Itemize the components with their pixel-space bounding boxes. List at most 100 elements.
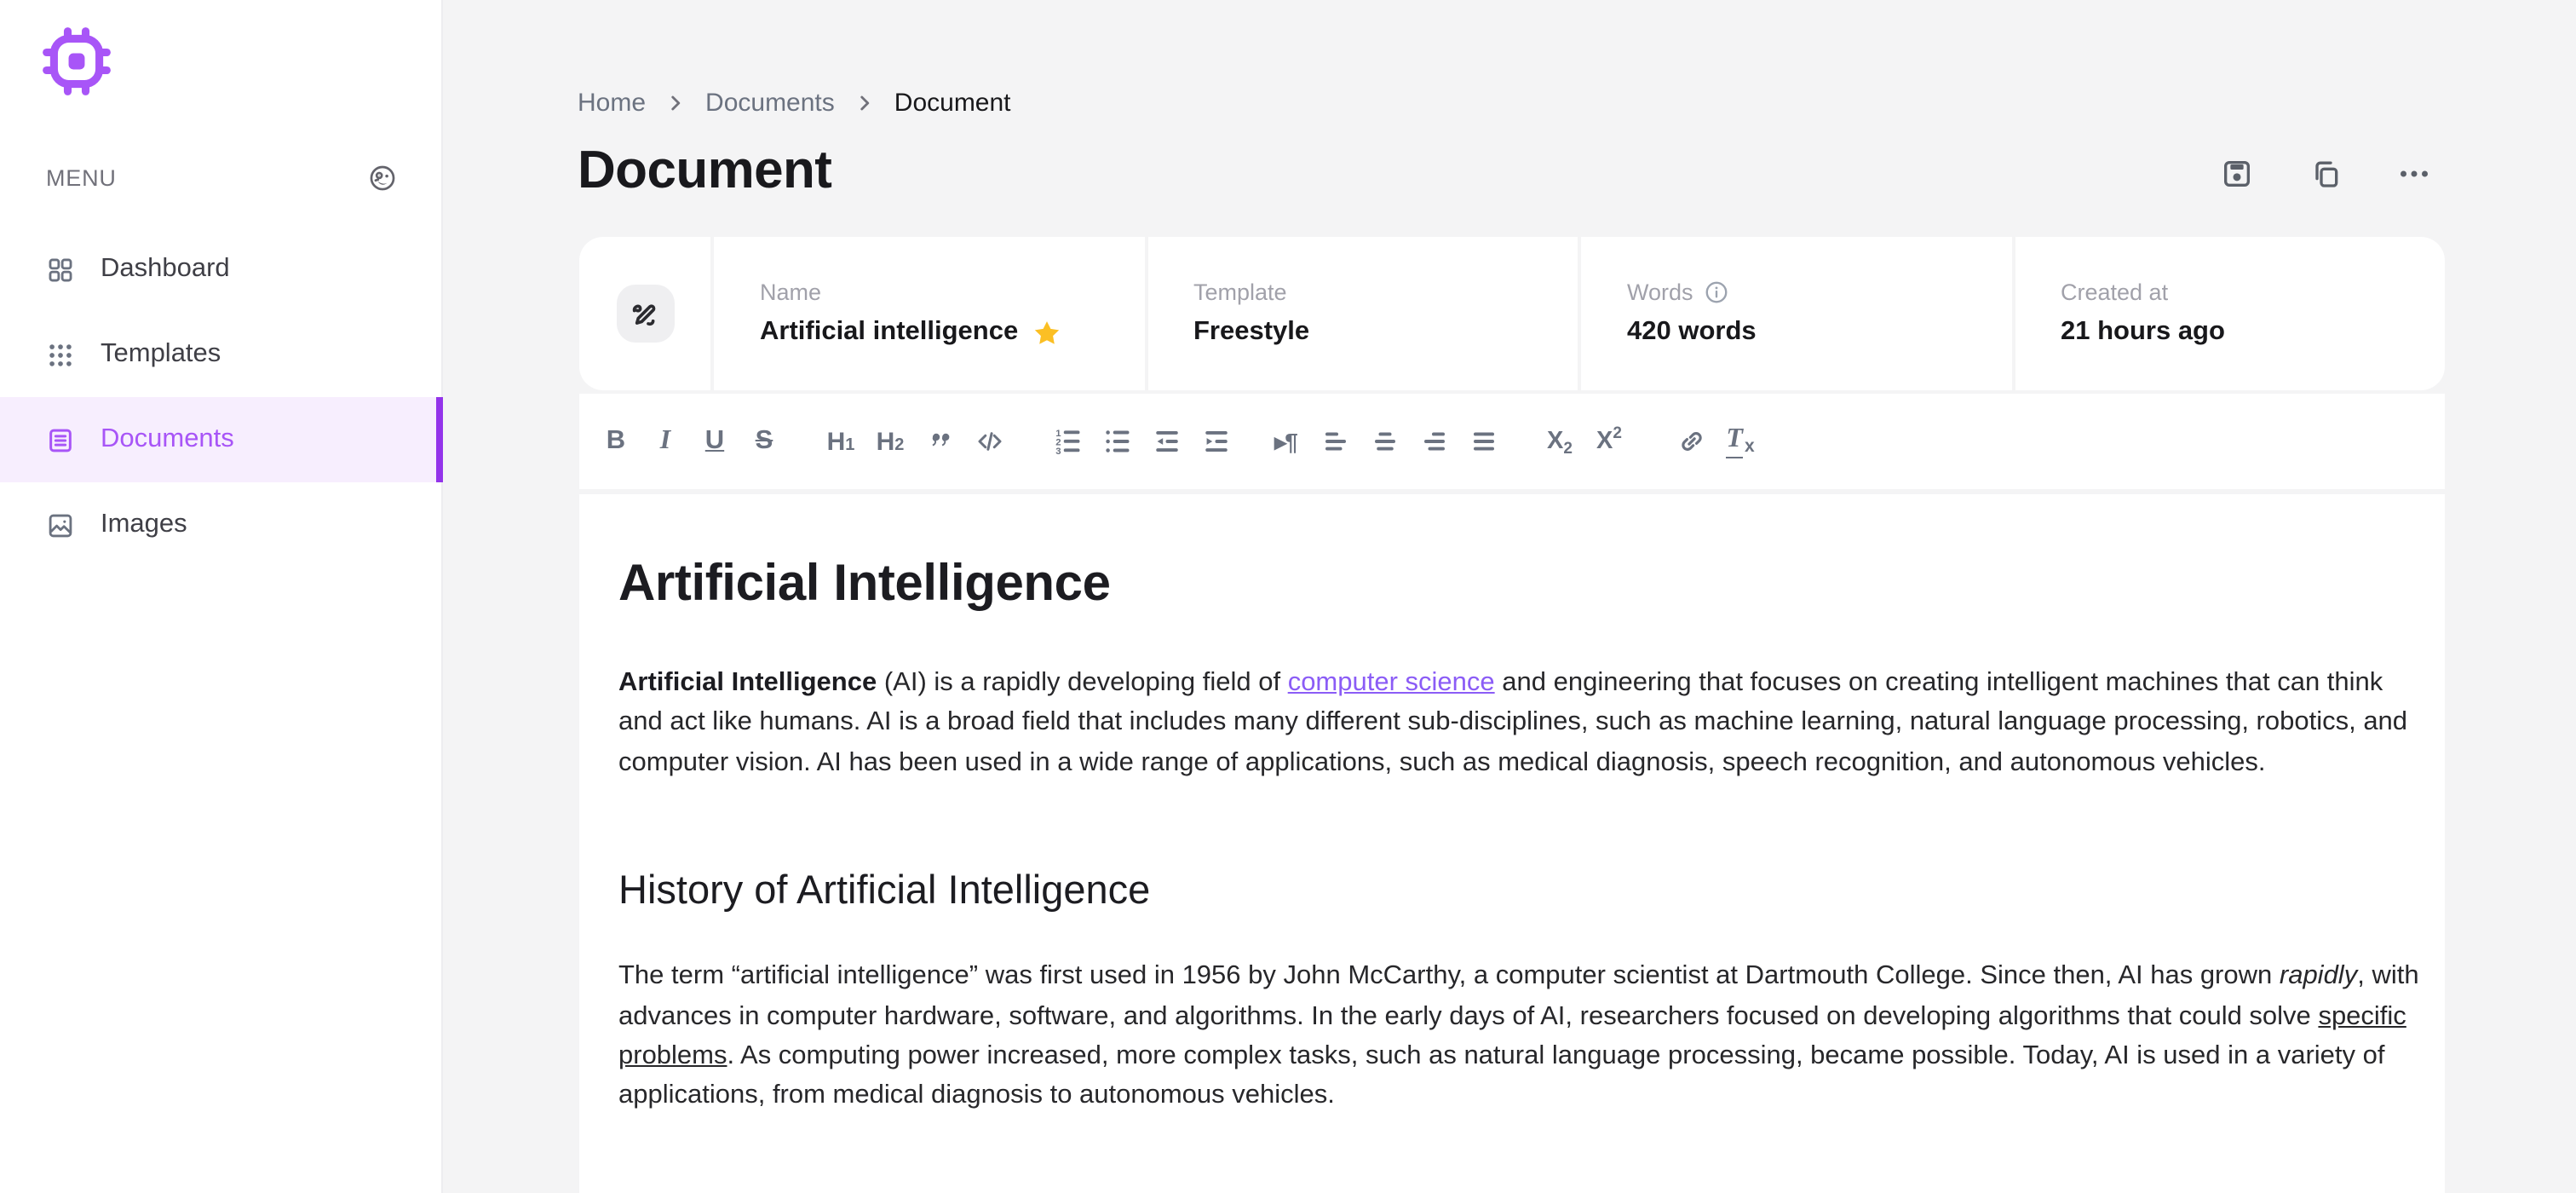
align-left-icon [1325,432,1345,451]
chevron-right-icon [860,95,869,110]
align-left-button[interactable] [1310,412,1360,470]
doc-paragraph: The term “artificial intelligence” was f… [618,956,2421,1115]
doc-text: (AI) is a rapidly developing field of [877,668,1288,697]
doc-paragraph: Artificial Intelligence (AI) is a rapidl… [618,663,2421,782]
link-button[interactable] [1666,412,1716,470]
h2-letter: H [876,427,895,456]
doc-link[interactable]: computer science [1288,668,1495,697]
meta-value-template: Freestyle [1193,317,1310,346]
doc-heading-h1: Artificial Intelligence [618,556,1111,612]
doc-text-italic: rapidly [2279,961,2358,991]
heading1-button[interactable]: H1 [816,412,865,470]
sidebar-item-dashboard[interactable]: Dashboard [0,227,443,312]
link-icon [1681,432,1701,451]
strikethrough-button[interactable]: S [739,412,789,470]
dots-grid-icon [49,343,72,366]
subscript-base: X [1547,428,1564,455]
align-right-icon [1423,432,1444,451]
strike-label: S [755,426,773,455]
grid-icon [49,257,72,281]
sidebar-item-documents[interactable]: Documents [0,397,443,482]
document-lines-icon [49,428,72,452]
sidebar-item-label: Templates [101,339,221,368]
underline-button[interactable]: U [690,412,739,470]
heading2-button[interactable]: H2 [865,412,915,470]
meta-label-name: Name [760,280,822,305]
italic-button[interactable]: I [641,412,690,470]
document-name-text: Artificial intelligence [760,317,1019,346]
align-center-icon [1374,432,1394,451]
blockquote-button[interactable] [915,412,964,470]
clear-formatting-button[interactable]: Tx [1716,412,1765,470]
breadcrumb-current: Document [894,88,1011,117]
sidebar-menu-header: MENU [46,160,397,194]
sidebar-item-label: Images [101,510,187,539]
meta-label-template: Template [1193,280,1287,305]
justify-icon [1473,432,1493,451]
h1-num: 1 [845,435,855,454]
mood-face-icon[interactable] [368,163,397,192]
paragraph-direction-label: ▸¶ [1274,427,1298,454]
meta-cell-words: Words 420 words [1581,237,2011,390]
paragraph-direction-button[interactable]: ▸¶ [1261,412,1310,470]
editor-toolbar: B I U S H1 H2 1 2 3 ▸¶ X 2 X 2 T x [579,394,2445,489]
sidebar-nav: Dashboard Templates Documents Images [0,227,443,568]
words-label-text: Words [1627,280,1693,305]
meta-cell-template: Template Freestyle [1147,237,1578,390]
meta-label-created: Created at [2061,280,2169,305]
page-title: Document [578,140,832,199]
h1-letter: H [826,427,846,456]
meta-cell-name: Name Artificial intelligence [714,237,1144,390]
breadcrumb-documents[interactable]: Documents [705,88,835,117]
more-options-button[interactable] [2383,143,2445,205]
sidebar-item-templates[interactable]: Templates [0,312,443,397]
bold-button[interactable]: B [591,412,641,470]
photo-icon [49,513,72,537]
meta-icon-cell [579,237,710,390]
doc-heading-h2: History of Artificial Intelligence [618,867,1151,913]
copy-button[interactable] [2295,143,2356,205]
outdent-icon [1155,431,1177,452]
justify-button[interactable] [1458,412,1508,470]
copy-icon [2315,161,2338,187]
underline-label: U [704,426,725,455]
editor-surface[interactable]: Artificial Intelligence Artificial Intell… [579,494,2445,1193]
app-logo-cpu-icon [43,27,111,95]
align-right-button[interactable] [1409,412,1458,470]
indent-icon [1205,431,1227,452]
code-button[interactable] [964,412,1014,470]
app-root: MENU Dashboard Templates Documents Image… [0,0,2576,1193]
menu-label: MENU [46,164,117,190]
editor-content: Artificial Intelligence Artificial Intell… [618,552,2421,1116]
quote-icon [931,433,949,447]
superscript-num: 2 [1613,424,1622,443]
document-meta-bar: Name Artificial intelligence Template Fr… [579,237,2445,390]
meta-value-name: Artificial intelligence [760,317,1144,348]
align-center-button[interactable] [1360,412,1409,470]
breadcrumb-home[interactable]: Home [578,88,646,117]
ellipsis-icon [2401,170,2428,177]
chevron-right-icon [671,95,681,110]
header-actions [2206,143,2445,205]
subscript-button[interactable]: X2 [1535,412,1584,470]
svg-text:3: 3 [1055,447,1060,457]
sidebar-item-images[interactable]: Images [0,482,443,568]
unordered-list-button[interactable] [1092,412,1141,470]
breadcrumb: Home Documents Document [578,85,1011,119]
superscript-button[interactable]: X2 [1584,412,1634,470]
italic-label: I [659,426,671,455]
save-button[interactable] [2206,143,2268,205]
info-icon[interactable] [1704,280,1729,305]
superscript-base: X [1596,428,1613,455]
pen-badge [616,285,674,343]
meta-value-words: 420 words [1627,317,1757,346]
signature-pen-icon [632,303,656,326]
outdent-button[interactable] [1141,412,1191,470]
indent-button[interactable] [1191,412,1240,470]
doc-text: The term “artificial intelligence” was f… [618,961,2280,991]
star-favorite-icon[interactable] [1032,318,1061,347]
meta-cell-created: Created at 21 hours ago [2015,237,2445,390]
h2-num: 2 [894,435,905,454]
ordered-list-button[interactable]: 1 2 3 [1043,412,1092,470]
clear-format-t: T [1726,424,1743,458]
